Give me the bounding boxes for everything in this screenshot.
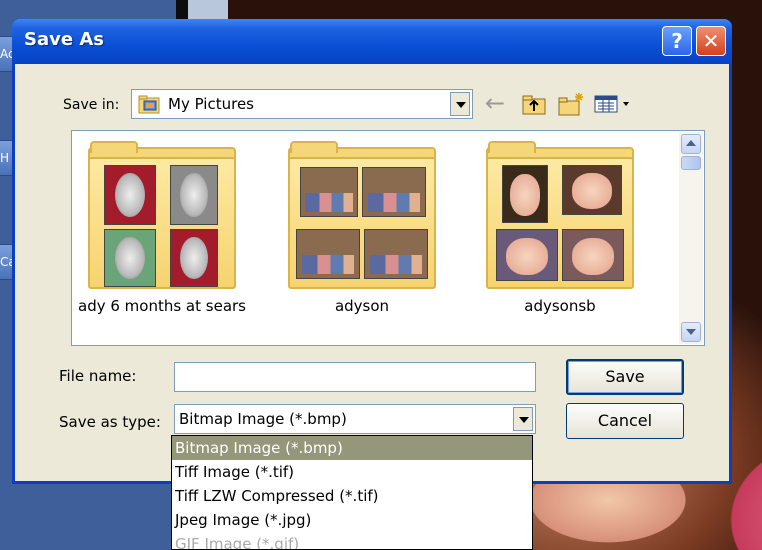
type-option[interactable]: Tiff Image (*.tif)	[172, 460, 532, 484]
folder-item[interactable]: adyson	[272, 141, 452, 315]
vertical-scrollbar[interactable]	[679, 132, 703, 344]
save-in-label: Save in:	[63, 97, 120, 113]
photo-thumbnail	[362, 167, 426, 217]
photo-thumbnail	[170, 165, 218, 225]
window-title: Save As	[24, 29, 104, 50]
scroll-up-button[interactable]	[681, 134, 701, 154]
photo-thumbnail	[104, 165, 156, 225]
views-menu-icon[interactable]	[593, 91, 633, 117]
folder-item[interactable]: ady 6 months at sears	[72, 141, 252, 315]
save-as-type-value: Bitmap Image (*.bmp)	[179, 410, 347, 428]
save-as-type-dropdown-arrow[interactable]	[513, 407, 533, 431]
photo-thumbnail	[300, 167, 358, 217]
photo-thumbnail	[104, 229, 156, 287]
help-button[interactable]: ?	[662, 26, 692, 56]
cancel-button[interactable]: Cancel	[566, 403, 684, 439]
back-icon[interactable]: ←	[485, 91, 511, 117]
folder-label: adysonsb	[524, 297, 596, 315]
my-pictures-folder-icon	[138, 95, 160, 114]
up-folder-icon[interactable]	[521, 91, 547, 117]
save-as-dialog: Save As ? ✕ Save in: My Pictures ← ady 6…	[12, 19, 732, 484]
folder-item[interactable]: adysonsb	[470, 141, 650, 315]
photo-thumbnail	[296, 229, 360, 279]
type-option[interactable]: GIF Image (*.gif)	[172, 532, 532, 549]
type-option[interactable]: Tiff LZW Compressed (*.tif)	[172, 484, 532, 508]
file-name-label: File name:	[59, 367, 137, 385]
new-folder-icon[interactable]	[557, 91, 585, 117]
folder-label: adyson	[334, 297, 390, 315]
type-option[interactable]: Bitmap Image (*.bmp)	[172, 436, 532, 460]
folder-thumbnail	[88, 141, 236, 289]
photo-thumbnail	[502, 165, 548, 223]
photo-thumbnail	[562, 229, 624, 281]
titlebar[interactable]: Save As ? ✕	[12, 19, 732, 64]
save-button[interactable]: Save	[566, 359, 684, 395]
file-list-view[interactable]: ady 6 months at sears adyson adysonsb	[71, 130, 705, 346]
save-as-type-combobox[interactable]: Bitmap Image (*.bmp)	[174, 404, 536, 434]
save-as-type-label: Save as type:	[59, 413, 161, 431]
save-as-type-list[interactable]: Bitmap Image (*.bmp) Tiff Image (*.tif) …	[171, 435, 533, 550]
scroll-down-button[interactable]	[681, 322, 701, 342]
type-option[interactable]: Jpeg Image (*.jpg)	[172, 508, 532, 532]
save-in-dropdown-arrow[interactable]	[450, 92, 470, 116]
folder-thumbnail	[288, 141, 436, 289]
photo-thumbnail	[170, 229, 218, 287]
file-name-input[interactable]	[174, 362, 536, 392]
photo-thumbnail	[496, 229, 558, 281]
photo-thumbnail	[364, 229, 428, 279]
close-button[interactable]: ✕	[696, 26, 726, 56]
folder-thumbnail	[486, 141, 634, 289]
save-in-combobox[interactable]: My Pictures	[131, 89, 473, 119]
scroll-thumb[interactable]	[681, 156, 701, 170]
photo-thumbnail	[562, 165, 622, 215]
save-in-value: My Pictures	[168, 95, 254, 113]
folder-label: ady 6 months at sears	[78, 297, 246, 315]
